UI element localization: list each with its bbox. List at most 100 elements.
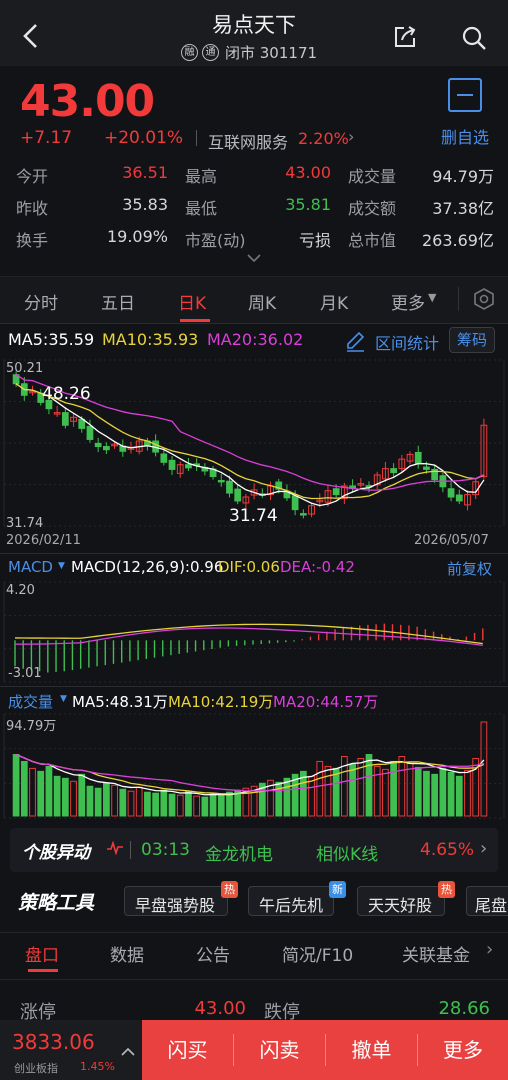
tab-more[interactable]: 更多 bbox=[391, 289, 425, 314]
action-bar: 闪买 闪卖 撤单 更多 bbox=[142, 1020, 508, 1080]
flash-sell-button[interactable]: 闪卖 bbox=[234, 1020, 325, 1080]
macd-ymin: -3.01 bbox=[8, 666, 42, 681]
index-value: 3833.06 bbox=[12, 1030, 95, 1054]
remove-watch-button[interactable] bbox=[448, 78, 482, 112]
sector-pct[interactable]: 2.20% bbox=[298, 129, 349, 148]
strategy-item[interactable]: 尾盘 bbox=[466, 886, 508, 916]
volume-bar bbox=[144, 791, 151, 817]
kline-ma10: MA10:35.93 bbox=[102, 330, 199, 349]
volume-bar bbox=[185, 790, 192, 817]
dif-line bbox=[14, 623, 483, 645]
candle-body bbox=[61, 412, 69, 426]
macd-ymax: 4.20 bbox=[6, 583, 35, 598]
stat-label: 最低 bbox=[185, 199, 218, 218]
chips-button[interactable]: 筹码 bbox=[449, 327, 495, 353]
stat-value: 263.69亿 bbox=[422, 231, 494, 250]
ticker-label: 个股异动 bbox=[22, 843, 90, 863]
candle-body bbox=[185, 464, 192, 469]
tab-data[interactable]: 数据 bbox=[110, 941, 144, 966]
stock-subtitle: 融 通 闭市 301171 bbox=[181, 42, 317, 63]
triangle-down-icon[interactable]: ▼ bbox=[58, 561, 65, 571]
more-actions-button[interactable]: 更多 bbox=[418, 1020, 508, 1080]
chevron-right-icon[interactable]: › bbox=[348, 127, 354, 146]
ticker-stock: 金龙机电 bbox=[205, 845, 273, 865]
stat-value: 94.79万 bbox=[432, 167, 494, 186]
volume-bar bbox=[349, 763, 356, 817]
chevron-right-icon[interactable]: › bbox=[486, 939, 493, 960]
strategy-item[interactable]: 午后先机 新 bbox=[248, 881, 346, 916]
triangle-down-icon[interactable]: ▼ bbox=[60, 694, 67, 704]
kline-chart[interactable]: 50.21 31.74 48.26 31.74 2026/02/11 2026/… bbox=[0, 358, 508, 550]
macd-dea: DEA:-0.42 bbox=[280, 558, 355, 576]
remove-watch-label[interactable]: 删自选 bbox=[441, 124, 489, 148]
index-pct: 1.45% bbox=[80, 1060, 115, 1073]
tab-announcements[interactable]: 公告 bbox=[196, 941, 230, 966]
volume-ymax: 94.79万 bbox=[6, 719, 57, 734]
stat-label: 成交额 bbox=[348, 199, 397, 218]
volume-bar bbox=[135, 786, 143, 817]
stat-label: 最高 bbox=[185, 167, 218, 186]
price-change: +7.17 bbox=[20, 128, 73, 148]
cancel-order-button[interactable]: 撤单 bbox=[326, 1020, 417, 1080]
volume-title[interactable]: 成交量 bbox=[8, 691, 53, 712]
adjust-button[interactable]: 前复权 bbox=[447, 558, 492, 579]
volume-chart[interactable]: 94.79万 bbox=[0, 712, 508, 820]
minus-icon bbox=[457, 94, 473, 96]
tab-profile[interactable]: 简况/F10 bbox=[282, 941, 353, 966]
stat-value: 19.09% bbox=[106, 227, 168, 246]
tab-monthly-k[interactable]: 月K bbox=[320, 289, 348, 314]
kline-low-label: 31.74 bbox=[229, 506, 278, 526]
tab-daily-k[interactable]: 日K bbox=[178, 289, 206, 314]
tab-order-book[interactable]: 盘口 bbox=[25, 941, 59, 966]
volume-ma5: MA5:48.31万 bbox=[72, 693, 168, 711]
search-icon[interactable] bbox=[461, 25, 487, 51]
alert-ticker[interactable]: 个股异动 03:13 金龙机电 相似K线 4.65% › bbox=[10, 828, 498, 872]
chevron-down-icon[interactable]: ▼ bbox=[428, 291, 436, 304]
chevron-up-icon[interactable] bbox=[120, 1042, 136, 1061]
expand-chevron-icon[interactable] bbox=[246, 248, 262, 267]
flash-buy-button[interactable]: 闪买 bbox=[142, 1020, 233, 1080]
tab-intraday[interactable]: 分时 bbox=[24, 289, 58, 314]
candle-body bbox=[86, 425, 94, 440]
settings-hex-icon[interactable] bbox=[473, 288, 495, 314]
strategy-item-label: 午后先机 bbox=[259, 896, 324, 915]
volume-bar bbox=[316, 760, 324, 817]
period-tabs: 分时 五日 日K 周K 月K 更多 ▼ bbox=[0, 276, 508, 324]
volume-bar bbox=[53, 775, 61, 817]
stat-label: 成交量 bbox=[348, 167, 397, 186]
index-widget[interactable]: 3833.06 创业板指 1.45% bbox=[0, 1020, 142, 1080]
kline-high-label: 48.26 bbox=[42, 384, 91, 404]
stat-value: 37.38亿 bbox=[432, 199, 494, 218]
range-stats-button[interactable]: 区间统计 bbox=[375, 330, 439, 354]
volume-bar bbox=[464, 769, 471, 817]
volume-bar bbox=[431, 773, 439, 817]
divider bbox=[0, 553, 508, 554]
volume-bar bbox=[447, 771, 455, 817]
volume-bar bbox=[308, 775, 315, 817]
candle-body bbox=[103, 446, 110, 451]
tab-weekly-k[interactable]: 周K bbox=[248, 289, 276, 314]
divider bbox=[130, 841, 131, 859]
macd-title[interactable]: MACD bbox=[8, 558, 53, 576]
macd-chart[interactable]: 4.20 -3.01 bbox=[0, 580, 508, 684]
volume-bar bbox=[160, 789, 168, 817]
candle-body bbox=[390, 468, 397, 474]
kline-ma20: MA20:36.02 bbox=[207, 330, 304, 349]
tab-five-day[interactable]: 五日 bbox=[101, 289, 135, 314]
strategy-item[interactable]: 天天好股 热 bbox=[357, 881, 455, 916]
strategy-item[interactable]: 早盘强势股 热 bbox=[124, 881, 238, 916]
pencil-icon[interactable] bbox=[344, 330, 366, 356]
sector-name[interactable]: 互联网服务 bbox=[208, 129, 288, 153]
tab-related-funds[interactable]: 关联基金 bbox=[402, 941, 470, 966]
share-icon[interactable] bbox=[392, 24, 418, 50]
chevron-right-icon[interactable]: › bbox=[480, 838, 487, 859]
volume-ma20: MA20:44.57万 bbox=[273, 693, 379, 711]
vol-ma10-line bbox=[15, 753, 485, 795]
volume-bar bbox=[61, 777, 69, 817]
stat-value: 36.51 bbox=[122, 163, 168, 182]
volume-svg bbox=[3, 713, 505, 819]
volume-bar bbox=[45, 765, 53, 817]
volume-bar bbox=[480, 721, 488, 817]
strategy-label: 策略工具 bbox=[18, 892, 95, 914]
strategy-item-label: 早盘强势股 bbox=[135, 896, 216, 915]
